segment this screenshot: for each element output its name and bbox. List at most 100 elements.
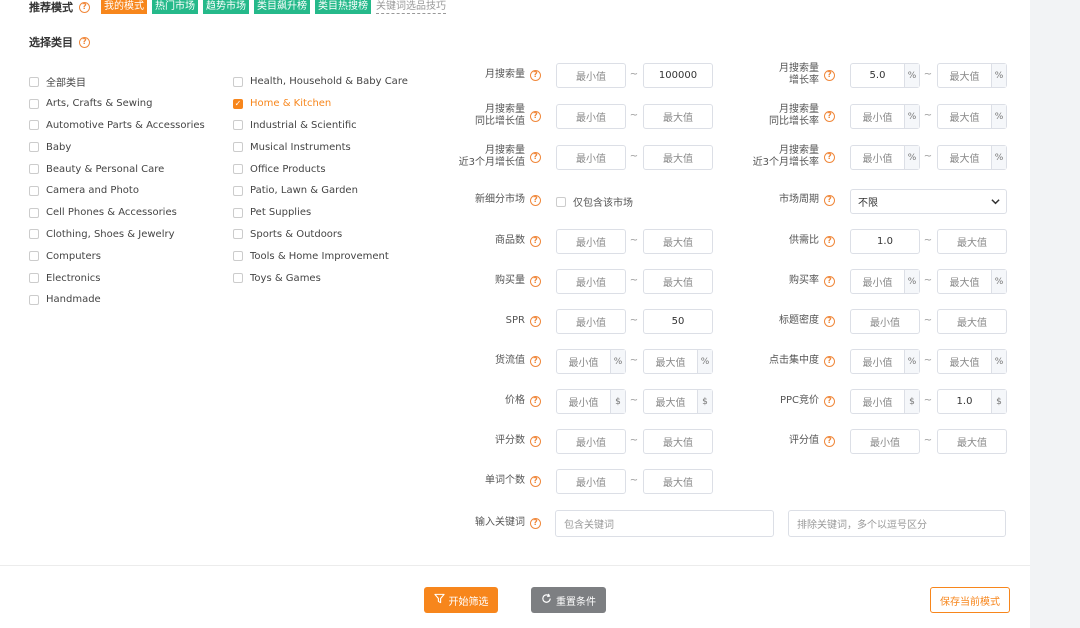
category-item[interactable]: Arts, Crafts & Sewing xyxy=(29,93,205,115)
three-month-growth-rate-max-input[interactable]: 最大值% xyxy=(937,145,1007,170)
mode-tag-my[interactable]: 我的模式 xyxy=(101,0,147,14)
help-icon[interactable]: ? xyxy=(530,69,541,81)
category-item[interactable]: Electronics xyxy=(29,267,205,289)
category-item[interactable]: Health, Household & Baby Care xyxy=(233,71,408,93)
category-item[interactable]: Pet Supplies xyxy=(233,202,408,224)
checkbox-icon[interactable] xyxy=(233,164,243,175)
keyword-tips-link[interactable]: 关键词选品技巧 xyxy=(376,1,446,14)
mode-tag-search[interactable]: 类目热搜榜 xyxy=(315,0,371,14)
category-item[interactable]: Industrial & Scientific xyxy=(233,115,408,137)
help-icon[interactable]: ? xyxy=(79,36,90,48)
supply-demand-min-input[interactable]: 1.0 xyxy=(850,229,920,254)
market-cycle-select[interactable]: 不限 xyxy=(850,189,1007,214)
checkbox-icon[interactable] xyxy=(233,142,243,153)
three-month-growth-rate-min-input[interactable]: 最小值% xyxy=(850,145,920,170)
spr-max-input[interactable]: 50 xyxy=(643,309,713,334)
help-icon[interactable]: ? xyxy=(530,315,541,327)
checkbox-icon[interactable] xyxy=(233,229,243,240)
start-filter-button[interactable]: 开始筛选 xyxy=(424,587,498,613)
checkbox-icon[interactable] xyxy=(29,207,39,218)
monthly-search-min-input[interactable]: 最小值 xyxy=(556,63,626,88)
checkbox-icon[interactable] xyxy=(556,196,566,207)
help-icon[interactable]: ? xyxy=(824,315,835,327)
spr-min-input[interactable]: 最小值 xyxy=(556,309,626,334)
yoy-growth-max-input[interactable]: 最大值 xyxy=(643,104,713,129)
checkbox-icon[interactable] xyxy=(233,207,243,218)
category-item[interactable]: 全部类目 xyxy=(29,71,205,93)
title-density-max-input[interactable]: 最大值 xyxy=(937,309,1007,334)
purchases-min-input[interactable]: 最小值 xyxy=(556,269,626,294)
purchases-max-input[interactable]: 最大值 xyxy=(643,269,713,294)
help-icon[interactable]: ? xyxy=(79,1,90,13)
click-concentration-min-input[interactable]: 最小值% xyxy=(850,349,920,374)
product-count-max-input[interactable]: 最大值 xyxy=(643,229,713,254)
category-item[interactable]: Computers xyxy=(29,245,205,267)
help-icon[interactable]: ? xyxy=(530,355,541,367)
exclude-keyword-input[interactable]: 排除关键词，多个以逗号区分 xyxy=(788,510,1006,537)
include-keyword-input[interactable]: 包含关键词 xyxy=(555,510,774,537)
category-item-selected[interactable]: ✓ Home & Kitchen xyxy=(233,93,408,115)
mode-tag-rising[interactable]: 类目飙升榜 xyxy=(254,0,310,14)
word-count-max-input[interactable]: 最大值 xyxy=(643,469,713,494)
rating-value-max-input[interactable]: 最大值 xyxy=(937,429,1007,454)
checkbox-icon[interactable] xyxy=(29,251,39,262)
help-icon[interactable]: ? xyxy=(824,194,835,206)
three-month-growth-max-input[interactable]: 最大值 xyxy=(643,145,713,170)
yoy-growth-min-input[interactable]: 最小值 xyxy=(556,104,626,129)
checkbox-icon[interactable] xyxy=(29,76,39,87)
category-item[interactable]: Tools & Home Improvement xyxy=(233,245,408,267)
help-icon[interactable]: ? xyxy=(824,151,835,163)
category-item[interactable]: Musical Instruments xyxy=(233,136,408,158)
checkbox-icon[interactable] xyxy=(29,185,39,196)
mode-tag-hot[interactable]: 热门市场 xyxy=(152,0,198,14)
help-icon[interactable]: ? xyxy=(824,69,835,81)
checkbox-icon[interactable] xyxy=(233,273,243,284)
click-concentration-max-input[interactable]: 最大值% xyxy=(937,349,1007,374)
checkbox-icon[interactable] xyxy=(29,142,39,153)
help-icon[interactable]: ? xyxy=(824,110,835,122)
category-item[interactable]: Automotive Parts & Accessories xyxy=(29,115,205,137)
checkbox-icon[interactable] xyxy=(29,273,39,284)
category-item[interactable]: Camera and Photo xyxy=(29,180,205,202)
rating-count-max-input[interactable]: 最大值 xyxy=(643,429,713,454)
checkbox-icon[interactable] xyxy=(233,251,243,262)
yoy-growth-rate-max-input[interactable]: 最大值% xyxy=(937,104,1007,129)
purchase-rate-max-input[interactable]: 最大值% xyxy=(937,269,1007,294)
help-icon[interactable]: ? xyxy=(530,435,541,447)
supply-demand-max-input[interactable]: 最大值 xyxy=(937,229,1007,254)
reset-button[interactable]: 重置条件 xyxy=(531,587,606,613)
help-icon[interactable]: ? xyxy=(824,275,835,287)
help-icon[interactable]: ? xyxy=(530,235,541,247)
purchase-rate-min-input[interactable]: 最小值% xyxy=(850,269,920,294)
rating-count-min-input[interactable]: 最小值 xyxy=(556,429,626,454)
checkbox-icon[interactable] xyxy=(29,98,39,109)
save-mode-button[interactable]: 保存当前模式 xyxy=(930,587,1010,613)
price-min-input[interactable]: 最小值 $ xyxy=(556,389,626,414)
product-count-min-input[interactable]: 最小值 xyxy=(556,229,626,254)
help-icon[interactable]: ? xyxy=(530,194,541,206)
category-item[interactable]: Clothing, Shoes & Jewelry xyxy=(29,224,205,246)
help-icon[interactable]: ? xyxy=(824,395,835,407)
checkbox-icon[interactable] xyxy=(29,229,39,240)
help-icon[interactable]: ? xyxy=(824,435,835,447)
category-item[interactable]: Baby xyxy=(29,136,205,158)
goods-value-max-input[interactable]: 最大值% xyxy=(643,349,713,374)
price-max-input[interactable]: 最大值 $ xyxy=(643,389,713,414)
rating-value-min-input[interactable]: 最小值 xyxy=(850,429,920,454)
help-icon[interactable]: ? xyxy=(824,355,835,367)
monthly-growth-min-input[interactable]: 5.0% xyxy=(850,63,920,88)
ppc-bid-min-input[interactable]: 最小值 $ xyxy=(850,389,920,414)
sub-market-checkbox[interactable]: 仅包含该市场 xyxy=(556,194,633,209)
three-month-growth-min-input[interactable]: 最小值 xyxy=(556,145,626,170)
ppc-bid-max-input[interactable]: 1.0 $ xyxy=(937,389,1007,414)
title-density-min-input[interactable]: 最小值 xyxy=(850,309,920,334)
checkbox-icon[interactable] xyxy=(29,120,39,131)
help-icon[interactable]: ? xyxy=(530,275,541,287)
word-count-min-input[interactable]: 最小值 xyxy=(556,469,626,494)
checkbox-icon[interactable] xyxy=(29,294,39,305)
help-icon[interactable]: ? xyxy=(530,110,541,122)
category-item[interactable]: Patio, Lawn & Garden xyxy=(233,180,408,202)
category-item[interactable]: Office Products xyxy=(233,158,408,180)
category-item[interactable]: Beauty & Personal Care xyxy=(29,158,205,180)
category-item[interactable]: Cell Phones & Accessories xyxy=(29,202,205,224)
